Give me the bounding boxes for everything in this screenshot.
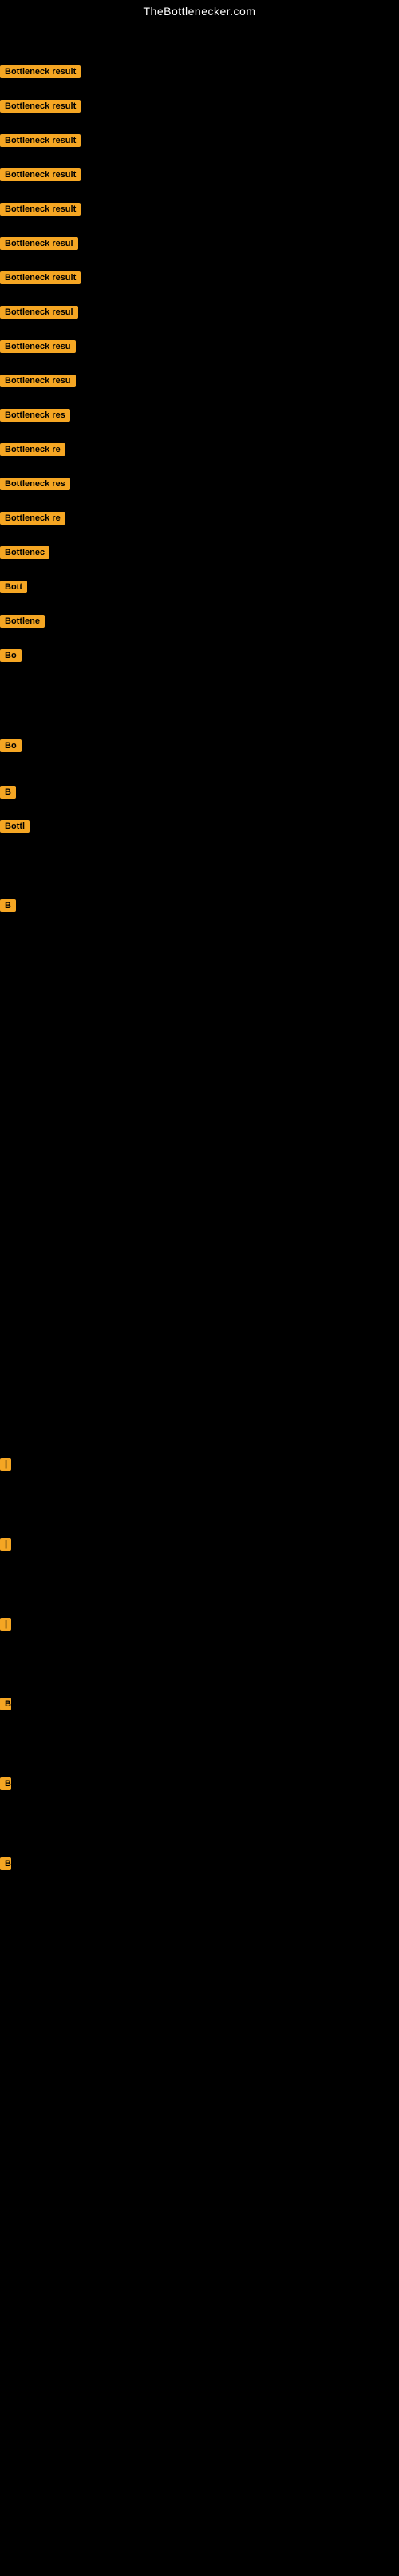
bottleneck-result-badge: Bottlenec bbox=[0, 546, 49, 559]
bottleneck-result-badge: Bottleneck res bbox=[0, 409, 70, 422]
bottleneck-result-badge: | bbox=[0, 1458, 11, 1471]
bottleneck-result-badge: B bbox=[0, 786, 16, 799]
bottleneck-result-badge: Bottleneck result bbox=[0, 168, 81, 181]
bottleneck-result-badge: | bbox=[0, 1618, 11, 1631]
bottleneck-result-badge: B bbox=[0, 1698, 11, 1710]
bottleneck-result-badge: Bottleneck result bbox=[0, 100, 81, 113]
bottleneck-result-badge: Bott bbox=[0, 581, 27, 593]
bottleneck-result-badge: B bbox=[0, 1857, 11, 1870]
bottleneck-result-badge: Bottleneck result bbox=[0, 271, 81, 284]
bottleneck-result-badge: B bbox=[0, 1777, 11, 1790]
bottleneck-result-badge: Bottl bbox=[0, 820, 30, 833]
bottleneck-result-badge: Bottleneck re bbox=[0, 443, 65, 456]
site-title: TheBottlenecker.com bbox=[0, 0, 399, 21]
bottleneck-result-badge: Bo bbox=[0, 739, 22, 752]
bottleneck-result-badge: Bottleneck resu bbox=[0, 340, 76, 353]
bottleneck-result-badge: Bottleneck resul bbox=[0, 306, 78, 319]
bottleneck-result-badge: Bottleneck resu bbox=[0, 375, 76, 387]
bottleneck-result-badge: Bottleneck res bbox=[0, 478, 70, 490]
bottleneck-result-badge: Bottleneck result bbox=[0, 65, 81, 78]
bottleneck-result-badge: Bottlene bbox=[0, 615, 45, 628]
bottleneck-result-badge: Bottleneck resul bbox=[0, 237, 78, 250]
bottleneck-result-badge: Bottleneck re bbox=[0, 512, 65, 525]
bottleneck-result-badge: | bbox=[0, 1538, 11, 1551]
bottleneck-result-badge: Bottleneck result bbox=[0, 134, 81, 147]
bottleneck-result-badge: Bottleneck result bbox=[0, 203, 81, 216]
bottleneck-result-badge: Bo bbox=[0, 649, 22, 662]
bottleneck-result-badge: B bbox=[0, 899, 16, 912]
